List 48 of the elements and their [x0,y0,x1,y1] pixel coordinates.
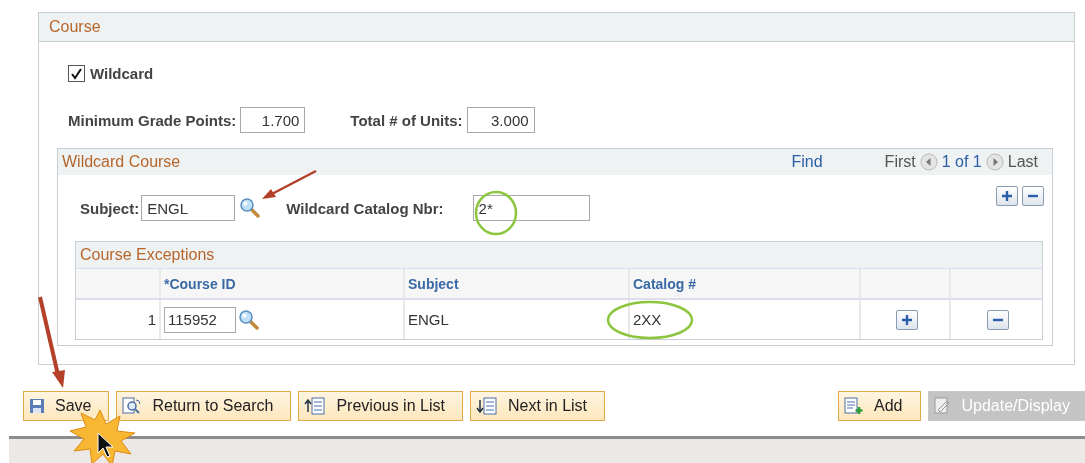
wildcard-checkbox[interactable] [68,65,85,82]
list-down-icon [475,397,498,415]
next-icon[interactable] [985,153,1004,171]
plus-icon [1001,190,1013,202]
field-label: Wildcard Catalog Nbr: [286,199,444,217]
last-label: Last [1007,153,1038,171]
toolbar-button[interactable]: Return to Search [116,391,292,421]
table-cell: ENGL [408,311,449,328]
toolbar-button[interactable]: Previous in List [298,391,463,421]
column-header: Subject [408,275,459,292]
list-up-icon [304,397,327,415]
checkbox-label: Wildcard [90,65,154,82]
previous-icon[interactable] [919,153,938,171]
table-cell: 2XX [633,311,662,328]
add-row-button[interactable] [996,186,1018,206]
find-link[interactable]: Find [791,153,823,171]
annotation-arrow [262,169,317,199]
delete-row-button[interactable] [1022,186,1044,206]
highlight-ellipse [474,190,518,236]
page-count: 1 of 1 [941,153,982,171]
toolbar-button[interactable]: Next in List [469,391,606,421]
field-label: Subject: [80,199,140,217]
catalog-field[interactable]: 2* [472,195,590,221]
row-number: 1 [147,311,156,328]
starburst-drawing [69,409,136,463]
number-field[interactable]: 3.000 [466,107,535,133]
search-icon[interactable] [238,308,260,331]
number-field[interactable]: 1.700 [240,107,306,133]
course-id-field[interactable]: 115952 [164,306,236,333]
grid-title: Course Exceptions [80,246,215,264]
field-label: Total # of Units: [350,111,463,129]
delete-row-button[interactable] [987,309,1009,330]
subject-field[interactable]: ENGL [141,195,236,221]
document-search-icon [122,397,143,415]
section-title: Wildcard Course [62,153,181,171]
cursor-icon [97,432,114,458]
field-label: Minimum Grade Points: [68,111,237,129]
column-header: Catalog # [633,275,696,292]
section-title: Course [49,18,101,36]
plus-icon [900,313,913,326]
toolbar-button[interactable]: Save [23,391,110,421]
column-header: *Course ID [164,275,236,292]
document-add-icon [844,397,865,415]
search-icon[interactable] [239,197,262,219]
toolbar-button[interactable]: Add [838,391,921,421]
document-edit-icon [933,397,952,415]
add-row-button[interactable] [895,309,918,330]
first-label: First [884,153,916,171]
